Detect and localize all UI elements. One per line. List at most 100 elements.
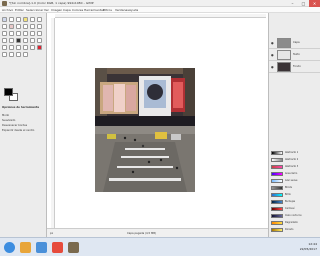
toolbox-panel: Opciones de herramienta Modo Suavizado D…	[0, 13, 47, 243]
tool-option-feather[interactable]: Desvanecer bordes	[2, 124, 27, 127]
menu-archivo[interactable]: Archivo	[2, 8, 13, 12]
dodge-burn-tool-icon[interactable]	[23, 52, 28, 57]
menu-capa[interactable]: Capa	[63, 8, 71, 12]
gradient-name[interactable]: Cielo nocturno	[285, 214, 302, 217]
smudge-tool-icon[interactable]	[16, 52, 21, 57]
layer-name[interactable]: Texto	[293, 53, 300, 56]
gradient-swatch[interactable]	[271, 172, 283, 176]
start-button-icon[interactable]	[4, 242, 15, 253]
ink-tool-icon[interactable]	[23, 45, 28, 50]
perspective-clone-tool-icon[interactable]	[2, 52, 7, 57]
gradient-swatch[interactable]	[271, 200, 283, 204]
gimp-taskbar-icon[interactable]	[68, 242, 79, 253]
ellipse-select-tool-icon[interactable]	[9, 17, 14, 22]
free-select-tool-icon[interactable]	[16, 17, 21, 22]
gradient-name[interactable]: Brillo	[285, 193, 291, 196]
status-message: Capa pegada (4,5 MB)	[127, 232, 156, 235]
menu-ver[interactable]: Ver	[44, 8, 49, 12]
crop-tool-icon[interactable]	[9, 31, 14, 36]
layer-name[interactable]: Fondo	[293, 65, 301, 68]
menu-filtros[interactable]: Filtros	[103, 8, 112, 12]
perspective-tool-icon[interactable]	[37, 31, 42, 36]
color-picker-tool-icon[interactable]	[16, 24, 21, 29]
cage-tool-icon[interactable]	[9, 38, 14, 43]
gradient-name[interactable]: Azul suave	[285, 179, 297, 182]
system-clock[interactable]: 12:44 22/05/2017	[300, 242, 317, 252]
gradient-name[interactable]: Abstracto 2	[285, 158, 298, 161]
gradient-swatch[interactable]	[271, 158, 283, 162]
maximize-button[interactable]: □	[298, 0, 309, 7]
layer-row[interactable]: ● Capa	[269, 37, 320, 49]
blend-tool-icon[interactable]	[30, 38, 35, 43]
gradient-swatch[interactable]	[271, 151, 283, 155]
foreground-color-swatch[interactable]	[4, 88, 13, 96]
menu-seleccionar[interactable]: Seleccionar	[26, 8, 43, 12]
layer-name[interactable]: Capa	[293, 41, 300, 44]
window-title: *[Sin nombre]-1.0 (Color RGB, 1 capa) 99…	[9, 1, 94, 5]
gradient-name[interactable]: Dorado	[285, 228, 293, 231]
text-tool-icon[interactable]	[16, 38, 21, 43]
fuzzy-select-tool-icon[interactable]	[23, 17, 28, 22]
pencil-tool-icon[interactable]	[37, 38, 42, 43]
paths-tool-icon[interactable]	[9, 24, 14, 29]
scissors-tool-icon[interactable]	[37, 17, 42, 22]
gradient-swatch[interactable]	[271, 165, 283, 169]
gradient-name[interactable]: Aneurismo	[285, 172, 297, 175]
gradient-name[interactable]: Degradado	[285, 221, 298, 224]
gimp-app-icon	[2, 1, 7, 6]
gradient-name[interactable]: Abstracto 3	[285, 165, 298, 168]
move-tool-icon[interactable]	[37, 24, 42, 29]
tool-option-antialias[interactable]: Suavizado	[2, 119, 15, 122]
menu-herramientas[interactable]: Herramientas	[84, 8, 104, 12]
blur-tool-icon[interactable]	[9, 52, 14, 57]
file-explorer-icon[interactable]	[20, 242, 31, 253]
rect-select-tool-icon[interactable]	[2, 17, 7, 22]
bucket-fill-tool-icon[interactable]	[23, 38, 28, 43]
layer-row[interactable]: ● Fondo	[269, 61, 320, 73]
image-canvas[interactable]	[95, 68, 195, 192]
eye-icon[interactable]: ●	[271, 41, 274, 45]
gradient-swatch[interactable]	[271, 179, 283, 183]
eraser-tool-icon[interactable]	[9, 45, 14, 50]
media-player-icon[interactable]	[52, 242, 63, 253]
eye-icon[interactable]: ●	[271, 65, 274, 69]
gradient-name[interactable]: Abstracto 1	[285, 151, 298, 154]
color-select-tool-icon[interactable]	[30, 17, 35, 22]
menu-ventanas[interactable]: Ventanas	[115, 8, 129, 12]
zoom-tool-icon[interactable]	[23, 24, 28, 29]
minimize-button[interactable]: –	[287, 0, 298, 7]
flip-tool-icon[interactable]	[2, 38, 7, 43]
menu-editar[interactable]: Editar	[15, 8, 24, 12]
gradient-name[interactable]: Blinds	[285, 186, 292, 189]
tool-option-expand[interactable]: Expandir desde el centro	[2, 129, 34, 132]
rotate-tool-icon[interactable]	[16, 31, 21, 36]
gradient-swatch[interactable]	[271, 214, 283, 218]
shear-tool-icon[interactable]	[30, 31, 35, 36]
clock-date: 22/05/2017	[299, 247, 317, 251]
airbrush-tool-icon[interactable]	[16, 45, 21, 50]
gradient-swatch[interactable]	[271, 207, 283, 211]
layer-row[interactable]: ● Texto	[269, 49, 320, 61]
heal-tool-icon[interactable]	[37, 45, 42, 50]
gradient-swatch[interactable]	[271, 186, 283, 190]
layer-thumbnail	[277, 38, 291, 48]
close-button[interactable]: ✕	[309, 0, 320, 7]
gradient-name[interactable]: Carmesí	[285, 207, 294, 210]
internet-explorer-icon[interactable]	[36, 242, 47, 253]
paintbrush-tool-icon[interactable]	[2, 45, 7, 50]
gradient-name[interactable]: Burbujas	[285, 200, 295, 203]
measure-tool-icon[interactable]	[30, 24, 35, 29]
foreground-select-tool-icon[interactable]	[2, 24, 7, 29]
tool-options-title: Opciones de herramienta	[2, 106, 39, 109]
menu-colores[interactable]: Colores	[72, 8, 83, 12]
layer-thumbnail	[277, 50, 291, 60]
clone-tool-icon[interactable]	[30, 45, 35, 50]
scale-tool-icon[interactable]	[23, 31, 28, 36]
align-tool-icon[interactable]	[2, 31, 7, 36]
menu-imagen[interactable]: Imagen	[51, 8, 62, 12]
gradient-swatch[interactable]	[271, 193, 283, 197]
gradient-swatch[interactable]	[271, 228, 283, 232]
menu-ayuda[interactable]: Ayuda	[129, 8, 138, 12]
gradient-swatch[interactable]	[271, 221, 283, 225]
eye-icon[interactable]: ●	[271, 53, 274, 57]
